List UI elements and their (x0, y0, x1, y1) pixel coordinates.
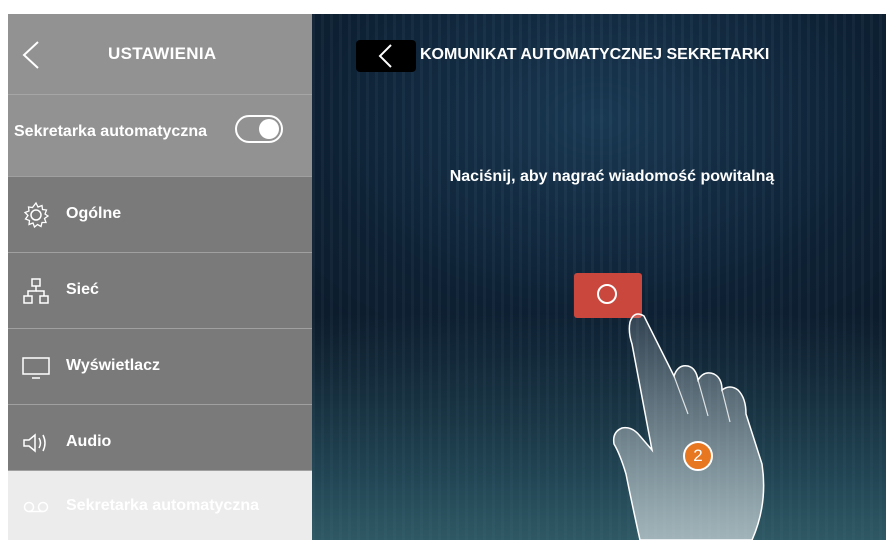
step-number-badge: 2 (683, 441, 713, 471)
page-title: KOMUNIKAT AUTOMATYCZNEJ SEKRETARKI (420, 46, 770, 63)
back-chevron-icon[interactable] (20, 40, 42, 70)
record-circle-icon (597, 284, 617, 304)
network-icon (23, 278, 49, 304)
toggle-label: Sekretarka automatyczna (14, 123, 207, 140)
back-chevron-icon (378, 44, 392, 68)
main-panel: KOMUNIKAT AUTOMATYCZNEJ SEKRETARKI Naciś… (312, 14, 886, 540)
sidebar-header: USTAWIENIA (8, 14, 312, 94)
speaker-icon (23, 433, 46, 453)
device-screen: USTAWIENIA Sekretarka automatyczna Ogóln… (8, 14, 886, 540)
pointing-hand-icon (612, 313, 765, 540)
sidebar-item-label: Sieć (66, 281, 99, 298)
sidebar-item-label: Wyświetlacz (66, 357, 160, 374)
voicemail-icon (23, 501, 49, 513)
back-button[interactable] (356, 40, 416, 72)
gear-icon (23, 201, 50, 229)
sidebar-item-display[interactable]: Wyświetlacz (8, 328, 312, 404)
sidebar-title: USTAWIENIA (108, 44, 217, 63)
answering-machine-toggle[interactable] (235, 115, 283, 143)
sidebar-item-general[interactable]: Ogólne (8, 176, 312, 252)
record-instruction: Naciśnij, aby nagrać wiadomość powitalną (449, 168, 775, 185)
sidebar-item-label: Audio (66, 433, 112, 450)
settings-sidebar: USTAWIENIA Sekretarka automatyczna Ogóln… (8, 14, 312, 540)
answering-machine-toggle-row: Sekretarka automatyczna (8, 94, 312, 177)
sidebar-item-answering-machine[interactable]: Sekretarka automatyczna (8, 470, 312, 540)
sidebar-item-audio[interactable]: Audio (8, 404, 312, 480)
sidebar-item-label: Ogólne (66, 205, 122, 222)
sidebar-item-network[interactable]: Sieć (8, 252, 312, 328)
toggle-knob (259, 119, 279, 139)
sidebar-item-label: Sekretarka automatyczna (66, 497, 259, 514)
monitor-icon (22, 357, 50, 379)
